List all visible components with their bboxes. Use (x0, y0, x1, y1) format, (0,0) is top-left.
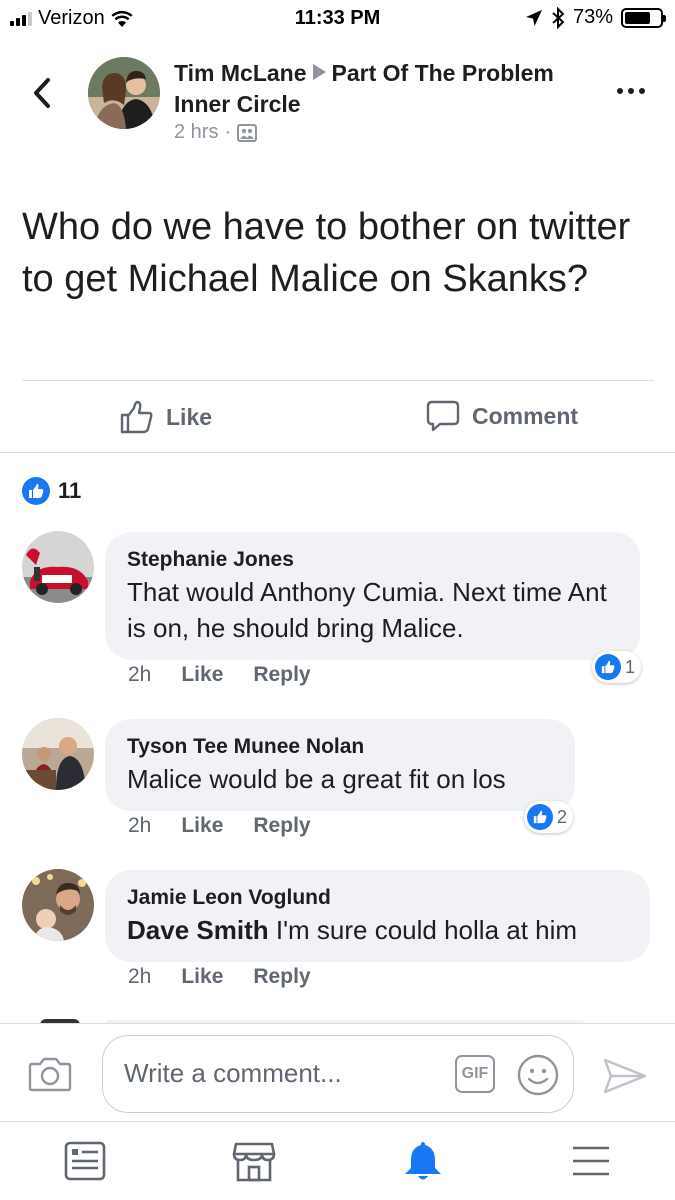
like-button[interactable]: Like (120, 400, 212, 434)
comment-composer: Write a comment... GIF (0, 1023, 675, 1121)
comment-button[interactable]: Comment (426, 400, 578, 432)
like-reaction-icon (595, 654, 621, 680)
like-reaction-icon (22, 477, 50, 505)
comment-placeholder: Write a comment... (124, 1058, 342, 1088)
marketplace-icon (232, 1142, 276, 1182)
post-divider (22, 380, 654, 381)
location-arrow-icon (525, 9, 542, 26)
hamburger-menu-icon (573, 1146, 609, 1176)
commenter-avatar[interactable] (22, 718, 94, 790)
commenter-avatar[interactable] (22, 869, 94, 941)
meta-separator: · (224, 121, 232, 143)
send-icon[interactable] (603, 1058, 647, 1094)
battery-icon (621, 7, 666, 28)
comment-time: 2h (128, 663, 152, 686)
comment-like-link[interactable]: Like (181, 965, 223, 989)
comment-meta: 2h Like Reply (128, 814, 311, 838)
comment-text: Dave Smith I'm sure could holla at him (127, 912, 628, 948)
group-icon (237, 123, 258, 142)
bell-icon (405, 1142, 441, 1180)
reaction-count: 11 (58, 478, 82, 503)
nav-notifications[interactable] (400, 1138, 446, 1184)
comment-bubble[interactable]: Jamie Leon Voglund Dave Smith I'm sure c… (105, 870, 650, 962)
back-chevron-icon[interactable] (28, 76, 58, 110)
comment-label: Comment (472, 402, 579, 429)
comment-body: I'm sure could holla at him (275, 915, 578, 945)
comment-text: Malice would be a great fit on los (127, 764, 506, 794)
post-actions: Like Comment (0, 382, 675, 452)
comment-reply-link[interactable]: Reply (253, 814, 310, 838)
speech-bubble-icon (426, 400, 460, 432)
post-time[interactable]: 2 hrs (174, 121, 218, 144)
comment-time: 2h (128, 814, 152, 837)
comment-reply-link[interactable]: Reply (253, 663, 310, 687)
comment-like-link[interactable]: Like (181, 814, 223, 838)
post-text: Who do we have to bother on twitter to g… (22, 206, 631, 300)
bluetooth-icon (552, 6, 565, 29)
bottom-navigation (0, 1121, 675, 1200)
commenter-name[interactable]: Stephanie Jones (127, 546, 618, 574)
post-meta: 2 hrs · (174, 121, 258, 144)
nav-news-feed[interactable] (62, 1138, 108, 1184)
actions-divider (0, 452, 675, 453)
camera-icon[interactable] (28, 1056, 72, 1092)
thumbs-up-icon (120, 400, 153, 434)
more-options-icon[interactable] (617, 88, 645, 94)
mention-link[interactable]: Dave Smith (127, 915, 269, 945)
nav-marketplace[interactable] (231, 1138, 277, 1184)
comment-reaction-badge[interactable]: 2 (524, 801, 574, 833)
like-reaction-icon (527, 804, 553, 830)
news-feed-icon (64, 1141, 106, 1181)
comment-time: 2h (128, 965, 152, 988)
system-indicators: 73% (525, 6, 666, 29)
comment-bubble[interactable]: Stephanie Jones That would Anthony Cumia… (105, 532, 640, 660)
comment-like-link[interactable]: Like (181, 663, 223, 687)
comment-bubble[interactable]: Tyson Tee Munee Nolan Malice would be a … (105, 719, 575, 811)
commenter-name[interactable]: Tyson Tee Munee Nolan (127, 733, 553, 761)
comment-reaction-badge[interactable]: 1 (592, 651, 642, 683)
post-author-line[interactable]: Tim McLane Part Of The Problem Inner Circ… (174, 58, 554, 120)
gif-button[interactable]: GIF (455, 1055, 495, 1093)
status-bar: Verizon 11:33 PM 73% (0, 0, 675, 40)
like-label: Like (166, 403, 213, 430)
comment-text: That would Anthony Cumia. Next time Ant … (127, 577, 607, 643)
battery-percent: 73% (572, 6, 613, 28)
reaction-summary[interactable]: 11 (22, 477, 81, 505)
nav-menu[interactable] (568, 1138, 614, 1184)
emoji-icon[interactable] (517, 1054, 559, 1096)
comment-meta: 2h Like Reply (128, 663, 311, 687)
commenter-name[interactable]: Jamie Leon Voglund (127, 884, 628, 912)
comment-input[interactable]: Write a comment... GIF (102, 1035, 574, 1113)
comment-reaction-count: 1 (625, 656, 636, 677)
comment-reply-link[interactable]: Reply (253, 965, 310, 989)
author-name[interactable]: Tim McLane (174, 60, 307, 86)
comment-meta: 2h Like Reply (128, 965, 311, 989)
commenter-avatar[interactable] (22, 531, 94, 603)
share-arrow-icon (312, 64, 326, 80)
comment-reaction-count: 2 (557, 806, 568, 827)
author-avatar[interactable] (88, 57, 160, 129)
